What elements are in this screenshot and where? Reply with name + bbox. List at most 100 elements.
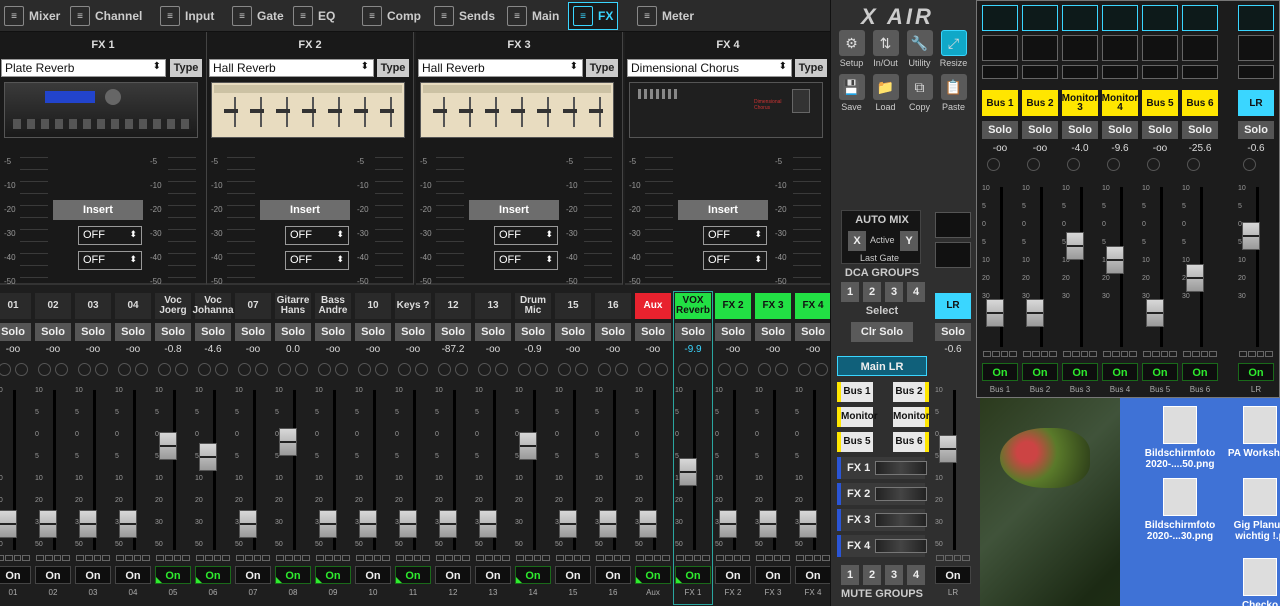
mute-on-button[interactable]: On (275, 566, 311, 584)
fx-insert-button[interactable]: Insert (260, 200, 350, 220)
resize-tool-button[interactable]: ⤢ Resize (937, 30, 970, 68)
fader-handle[interactable] (39, 510, 57, 538)
save-tool-button[interactable]: 💾 Save (835, 74, 868, 112)
channel-name[interactable]: 15 (555, 293, 591, 319)
channel-name[interactable]: 10 (355, 293, 391, 319)
fx-insert-button[interactable]: Insert (53, 200, 143, 220)
channel-name[interactable]: 04 (115, 293, 151, 319)
solo-button[interactable]: Solo (35, 323, 71, 341)
channel-name[interactable]: Voc Johanna (192, 293, 234, 319)
mute-on-button[interactable]: On (982, 363, 1018, 381)
fader-handle[interactable] (559, 510, 577, 538)
channel-name[interactable]: Bass Andre (315, 293, 351, 319)
fader-handle[interactable] (239, 510, 257, 538)
solo-button[interactable]: Solo (635, 323, 671, 341)
mute-on-button[interactable]: On (355, 566, 391, 584)
channel-name[interactable]: 02 (35, 293, 71, 319)
mute-on-button[interactable]: On (235, 566, 271, 584)
paste-tool-button[interactable]: 📋 Paste (937, 74, 970, 112)
mute-on-button[interactable]: On (515, 566, 551, 584)
solo-button[interactable]: Solo (1062, 121, 1098, 139)
fx-select-button[interactable]: FX 4 (837, 535, 927, 557)
fx-source-select-2[interactable]: OFF ⬍ (285, 251, 349, 270)
fx-type-button[interactable]: Type (170, 59, 202, 77)
solo-button[interactable]: Solo (982, 121, 1018, 139)
fx-source-select-1[interactable]: OFF ⬍ (78, 226, 142, 245)
desktop-file-icon[interactable]: PA Workshop (1220, 406, 1280, 459)
fader-handle[interactable] (759, 510, 777, 538)
fx-effect-select[interactable]: Dimensional Chorus ⬍ (627, 59, 792, 77)
fader-handle[interactable] (799, 510, 817, 538)
tab-eq[interactable]: ≡ EQ (289, 2, 339, 30)
mute-on-button[interactable]: On (1022, 363, 1058, 381)
solo-button[interactable]: Solo (475, 323, 511, 341)
bus-select-right[interactable]: Bus 2 (893, 382, 929, 402)
mute-on-button[interactable]: On (755, 566, 791, 584)
fx-effect-select[interactable]: Hall Reverb ⬍ (209, 59, 374, 77)
mute-on-button[interactable]: On (1142, 363, 1178, 381)
bus-select-left[interactable]: Bus 1 (837, 382, 873, 402)
fader-handle[interactable] (599, 510, 617, 538)
solo-button[interactable]: Solo (675, 323, 711, 341)
solo-button[interactable]: Solo (515, 323, 551, 341)
fader-handle[interactable] (119, 510, 137, 538)
fader-handle[interactable] (639, 510, 657, 538)
bus-name[interactable]: Monitor 4 (1102, 90, 1138, 116)
tab-sends[interactable]: ≡ Sends (430, 2, 499, 30)
channel-name[interactable]: Gitarre Hans (275, 293, 311, 319)
channel-name[interactable]: Drum Mic (515, 293, 551, 319)
solo-button[interactable]: Solo (595, 323, 631, 341)
bus-name[interactable]: LR (1238, 90, 1274, 116)
solo-button[interactable]: Solo (115, 323, 151, 341)
fx-source-select-2[interactable]: OFF ⬍ (78, 251, 142, 270)
mute-on-button[interactable]: On (195, 566, 231, 584)
fader-handle[interactable] (719, 510, 737, 538)
last-gate-label[interactable]: Last Gate (860, 253, 899, 263)
tab-main[interactable]: ≡ Main (503, 2, 563, 30)
fader-handle[interactable] (986, 299, 1004, 327)
dca-button-1[interactable]: 1 (841, 282, 859, 302)
bus-name[interactable]: Bus 2 (1022, 90, 1058, 116)
mute-on-button[interactable]: On (1062, 363, 1098, 381)
fader-handle[interactable] (1242, 222, 1260, 250)
fx-select-button[interactable]: FX 3 (837, 509, 927, 531)
desktop-file-icon[interactable]: Bildschirmfoto 2020-...30.png (1140, 478, 1220, 542)
fx-insert-button[interactable]: Insert (678, 200, 768, 220)
mute-on-button[interactable]: On (75, 566, 111, 584)
main-lr-button[interactable]: Main LR (837, 356, 927, 376)
solo-button[interactable]: Solo (1102, 121, 1138, 139)
channel-name[interactable]: 16 (595, 293, 631, 319)
solo-button[interactable]: Solo (75, 323, 111, 341)
bus-select-right[interactable]: Bus 6 (893, 432, 929, 452)
mute-group-button-2[interactable]: 2 (863, 565, 881, 585)
mute-on-button[interactable]: On (675, 566, 711, 584)
mute-on-button[interactable]: On (795, 566, 831, 584)
fader-handle[interactable] (399, 510, 417, 538)
desktop-file-icon[interactable]: Bildschirmfoto 2020-....50.png (1140, 406, 1220, 470)
tab-meter[interactable]: ≡ Meter (633, 2, 698, 30)
solo-button[interactable]: Solo (195, 323, 231, 341)
solo-button[interactable]: Solo (935, 323, 971, 341)
mute-on-button[interactable]: On (555, 566, 591, 584)
mute-on-button[interactable]: On (935, 566, 971, 584)
mute-group-button-3[interactable]: 3 (885, 565, 903, 585)
fader-handle[interactable] (0, 510, 17, 538)
fader-handle[interactable] (79, 510, 97, 538)
tab-channel[interactable]: ≡ Channel (66, 2, 146, 30)
channel-name[interactable]: 13 (475, 293, 511, 319)
fx-select-button[interactable]: FX 2 (837, 483, 927, 505)
bus-name[interactable]: Monitor 3 (1062, 90, 1098, 116)
mute-on-button[interactable]: On (155, 566, 191, 584)
channel-name[interactable]: Voc Joerg (155, 293, 191, 319)
fader-handle[interactable] (1026, 299, 1044, 327)
fader-handle[interactable] (519, 432, 537, 460)
fx-type-button[interactable]: Type (377, 59, 409, 77)
solo-button[interactable]: Solo (1182, 121, 1218, 139)
dca-button-3[interactable]: 3 (885, 282, 903, 302)
tab-mixer[interactable]: ≡ Mixer (0, 2, 64, 30)
fx-select-button[interactable]: FX 1 (837, 457, 927, 479)
fader-handle[interactable] (319, 510, 337, 538)
tab-gate[interactable]: ≡ Gate (228, 2, 288, 30)
fader-handle[interactable] (1066, 231, 1084, 260)
fader-handle[interactable] (1186, 264, 1204, 292)
